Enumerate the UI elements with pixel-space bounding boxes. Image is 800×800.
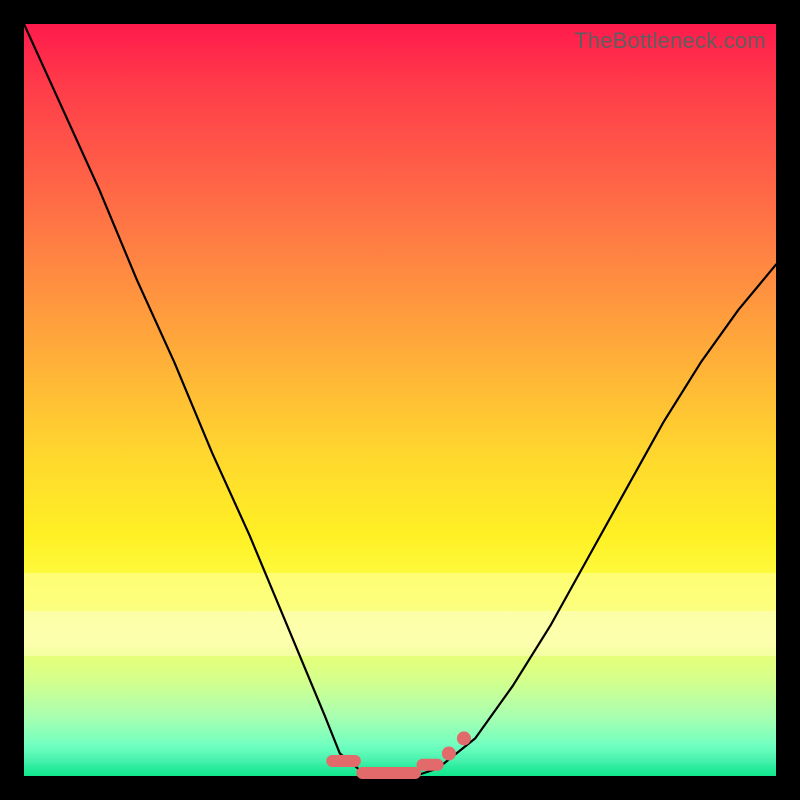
plot-area: TheBottleneck.com [24, 24, 776, 776]
curve-right [385, 265, 776, 776]
chart-frame: TheBottleneck.com [0, 0, 800, 800]
curve-left [24, 24, 400, 776]
curve-svg [24, 24, 776, 776]
curve-marker-dot [442, 746, 456, 760]
curve-marker-dot [457, 731, 471, 745]
marker-group [332, 731, 471, 773]
